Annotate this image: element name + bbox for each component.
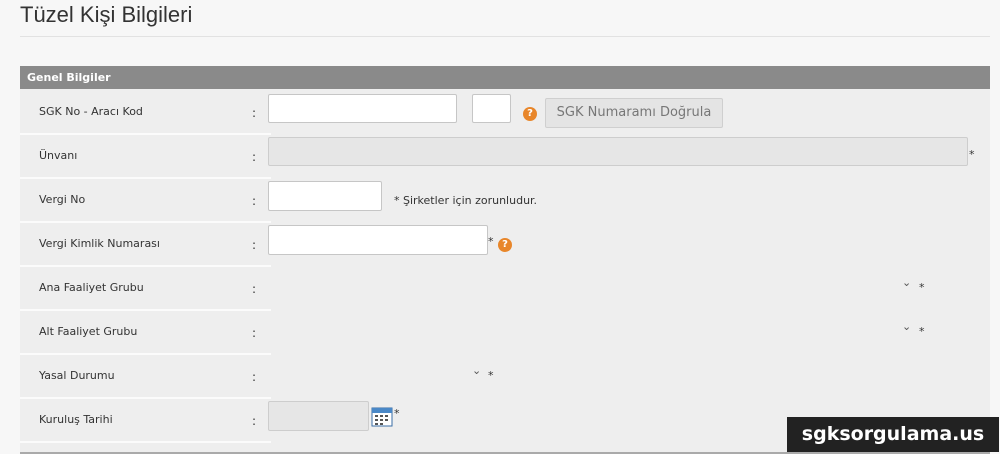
- unvan-input[interactable]: [268, 137, 968, 166]
- colon: :: [252, 106, 257, 120]
- row-ana-faaliyet: Ana Faaliyet Grubu : ⌄ *: [20, 267, 990, 311]
- chevron-down-icon[interactable]: ⌄: [902, 276, 911, 289]
- title-divider: [20, 36, 990, 37]
- required-mark: *: [488, 369, 494, 382]
- colon: :: [252, 326, 257, 340]
- alt-faaliyet-label: Alt Faaliyet Grubu: [20, 311, 271, 355]
- colon: :: [252, 282, 257, 296]
- row-unvan: Ünvanı : *: [20, 135, 990, 179]
- sgk-label: SGK No - Aracı Kod: [20, 91, 271, 135]
- page-title: Tüzel Kişi Bilgileri: [20, 2, 193, 27]
- panel-header: Genel Bilgiler: [20, 66, 990, 89]
- vergi-no-input[interactable]: [268, 181, 382, 211]
- sgk-number-input[interactable]: [268, 94, 457, 123]
- row-vkn: Vergi Kimlik Numarası : * ?: [20, 223, 990, 267]
- yasal-durum-select[interactable]: [268, 361, 486, 389]
- row-sgk: SGK No - Aracı Kod : ? SGK Numaramı Doğr…: [20, 91, 990, 135]
- vkn-input[interactable]: [268, 225, 488, 255]
- ana-faaliyet-select[interactable]: [268, 273, 916, 301]
- chevron-down-icon[interactable]: ⌄: [472, 364, 481, 377]
- colon: :: [252, 370, 257, 384]
- required-mark: *: [919, 281, 925, 294]
- required-mark: *: [919, 325, 925, 338]
- watermark-banner: sgksorgulama.us: [787, 417, 999, 452]
- row-yasal-durum: Yasal Durumu : ⌄ *: [20, 355, 990, 399]
- required-mark: *: [488, 235, 494, 248]
- vergi-no-note: * Şirketler için zorunludur.: [394, 194, 538, 207]
- colon: :: [252, 414, 257, 428]
- help-icon[interactable]: ?: [523, 107, 537, 121]
- yasal-durum-label: Yasal Durumu: [20, 355, 271, 399]
- kurulus-tarihi-label: Kuruluş Tarihi: [20, 399, 271, 443]
- calendar-icon[interactable]: [371, 405, 393, 427]
- sgk-code-input[interactable]: [472, 94, 511, 123]
- general-info-panel: Genel Bilgiler SGK No - Aracı Kod : ? SG…: [20, 66, 990, 454]
- kurulus-tarihi-input[interactable]: [268, 401, 369, 431]
- row-vergi-no: Vergi No : * Şirketler için zorunludur.: [20, 179, 990, 223]
- unvan-label: Ünvanı: [20, 135, 271, 179]
- vkn-label: Vergi Kimlik Numarası: [20, 223, 271, 267]
- colon: :: [252, 150, 257, 164]
- colon: :: [252, 238, 257, 252]
- row-alt-faaliyet: Alt Faaliyet Grubu : ⌄ *: [20, 311, 990, 355]
- vergi-no-label: Vergi No: [20, 179, 271, 223]
- colon: :: [252, 194, 257, 208]
- required-mark: *: [394, 407, 400, 420]
- ana-faaliyet-label: Ana Faaliyet Grubu: [20, 267, 271, 311]
- help-icon[interactable]: ?: [498, 238, 512, 252]
- chevron-down-icon[interactable]: ⌄: [902, 320, 911, 333]
- alt-faaliyet-select[interactable]: [268, 317, 916, 345]
- verify-sgk-button[interactable]: SGK Numaramı Doğrula: [545, 98, 723, 128]
- required-mark: *: [969, 148, 975, 161]
